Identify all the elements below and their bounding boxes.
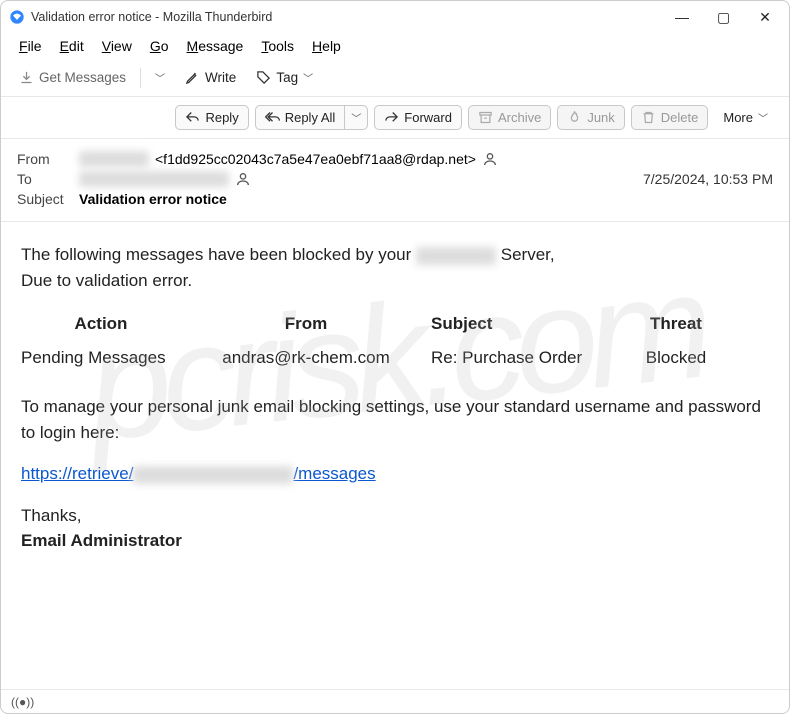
forward-button[interactable]: Forward xyxy=(374,105,462,130)
cell-from: andras@rk-chem.com xyxy=(181,345,431,371)
cell-threat: Blocked xyxy=(611,345,741,371)
reply-button[interactable]: Reply xyxy=(175,105,248,130)
reply-all-dropdown[interactable]: ﹀ xyxy=(345,105,368,130)
login-link-line: https://retrieve//messages xyxy=(21,461,769,487)
col-from-head: From xyxy=(181,311,431,337)
menu-help[interactable]: Help xyxy=(304,35,349,57)
minimize-button[interactable]: — xyxy=(675,9,687,26)
signature-text: Email Administrator xyxy=(21,531,182,550)
window-title: Validation error notice - Mozilla Thunde… xyxy=(31,10,272,24)
junk-button[interactable]: Junk xyxy=(557,105,624,130)
login-link[interactable]: https://retrieve//messages xyxy=(21,464,376,483)
get-messages-label: Get Messages xyxy=(39,70,126,85)
col-action-head: Action xyxy=(21,311,181,337)
table-row: Pending Messages andras@rk-chem.com Re: … xyxy=(21,345,769,371)
menu-tools[interactable]: Tools xyxy=(253,35,302,57)
delete-button[interactable]: Delete xyxy=(631,105,709,130)
delete-label: Delete xyxy=(661,110,699,125)
from-label: From xyxy=(17,151,79,167)
to-value xyxy=(79,171,643,187)
message-body: The following messages have been blocked… xyxy=(1,222,789,590)
menubar: File Edit View Go Message Tools Help xyxy=(1,33,789,59)
reply-all-icon xyxy=(265,110,280,125)
from-address[interactable]: <f1dd925cc02043c7a5e47ea0ebf71aa8@rdap.n… xyxy=(155,151,476,167)
titlebar: Validation error notice - Mozilla Thunde… xyxy=(1,1,789,33)
thanks-text: Thanks, xyxy=(21,506,81,525)
from-value: <f1dd925cc02043c7a5e47ea0ebf71aa8@rdap.n… xyxy=(79,151,773,167)
col-threat-head: Threat xyxy=(611,311,741,337)
to-redacted xyxy=(79,171,229,187)
forward-label: Forward xyxy=(404,110,452,125)
from-name-redacted xyxy=(79,151,149,167)
tag-label: Tag xyxy=(276,70,298,85)
menu-edit[interactable]: Edit xyxy=(52,35,92,57)
reply-icon xyxy=(185,110,200,125)
tag-button[interactable]: Tag ﹀ xyxy=(248,65,321,90)
reply-all-button[interactable]: Reply All xyxy=(255,105,346,130)
maximize-button[interactable]: ▢ xyxy=(717,9,729,26)
cell-subject: Re: Purchase Order xyxy=(431,345,611,371)
main-toolbar: Get Messages ﹀ Write Tag ﹀ xyxy=(1,59,789,97)
manage-text: To manage your personal junk email block… xyxy=(21,394,769,445)
archive-label: Archive xyxy=(498,110,541,125)
link-domain-redacted xyxy=(133,466,293,484)
more-button[interactable]: More ﹀ xyxy=(714,105,777,130)
reply-all-label: Reply All xyxy=(285,110,336,125)
close-button[interactable]: ✕ xyxy=(759,9,771,26)
trash-icon xyxy=(641,110,656,125)
subject-label: Subject xyxy=(17,191,79,207)
thunderbird-icon xyxy=(9,9,25,25)
download-icon xyxy=(19,70,34,85)
tag-icon xyxy=(256,70,271,85)
menu-view[interactable]: View xyxy=(94,35,140,57)
server-redacted xyxy=(416,247,496,265)
statusbar: ((●)) xyxy=(1,689,789,713)
menu-file[interactable]: File xyxy=(11,35,50,57)
blocked-messages-table: Action From Subject Threat Pending Messa… xyxy=(21,311,769,370)
subject-value: Validation error notice xyxy=(79,191,227,207)
message-date: 7/25/2024, 10:53 PM xyxy=(643,171,773,187)
message-action-bar: Reply Reply All ﹀ Forward Archive Junk D… xyxy=(1,97,789,139)
junk-label: Junk xyxy=(587,110,614,125)
message-headers: From <f1dd925cc02043c7a5e47ea0ebf71aa8@r… xyxy=(1,139,789,222)
col-subject-head: Subject xyxy=(431,311,611,337)
reply-label: Reply xyxy=(205,110,238,125)
contact-icon[interactable] xyxy=(482,151,498,167)
pencil-icon xyxy=(185,70,200,85)
archive-button[interactable]: Archive xyxy=(468,105,551,130)
get-messages-button[interactable]: Get Messages xyxy=(11,65,134,90)
contact-icon[interactable] xyxy=(235,171,251,187)
cell-action: Pending Messages xyxy=(21,345,181,371)
reply-all-group: Reply All ﹀ xyxy=(255,105,369,130)
menu-go[interactable]: Go xyxy=(142,35,177,57)
menu-message[interactable]: Message xyxy=(179,35,252,57)
intro-text: The following messages have been blocked… xyxy=(21,242,769,293)
archive-icon xyxy=(478,110,493,125)
flame-icon xyxy=(567,110,582,125)
connection-icon: ((●)) xyxy=(11,695,34,709)
write-label: Write xyxy=(205,70,236,85)
forward-icon xyxy=(384,110,399,125)
to-label: To xyxy=(17,171,79,187)
get-messages-dropdown[interactable]: ﹀ xyxy=(147,65,173,90)
write-button[interactable]: Write xyxy=(177,65,244,90)
closing: Thanks, Email Administrator xyxy=(21,503,769,554)
more-label: More xyxy=(723,110,753,125)
table-header: Action From Subject Threat xyxy=(21,311,769,337)
